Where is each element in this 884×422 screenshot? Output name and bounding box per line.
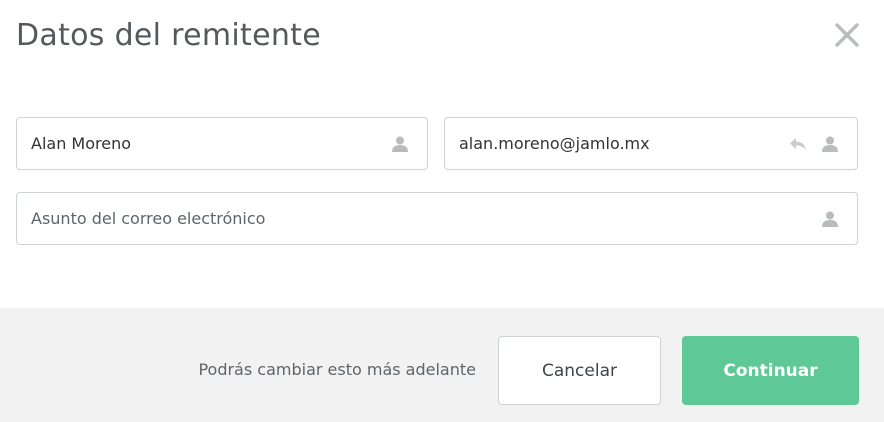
close-icon[interactable] — [832, 20, 862, 50]
email-subject-input[interactable] — [17, 193, 821, 244]
sender-email-input[interactable] — [445, 118, 789, 169]
cancel-button[interactable]: Cancelar — [498, 336, 661, 405]
sender-name-field — [16, 117, 428, 170]
email-subject-field — [16, 192, 858, 245]
dialog-title: Datos del remitente — [16, 18, 321, 53]
reply-icon[interactable] — [789, 136, 807, 152]
sender-details-dialog: Datos del remitente Alan Moreno alan.mor… — [0, 0, 884, 422]
dialog-footer: Podrás cambiar esto más adelante Cancela… — [0, 308, 884, 422]
user-icon — [821, 210, 839, 228]
footer-hint: Podrás cambiar esto más adelante — [198, 360, 476, 379]
sender-email-field — [444, 117, 858, 170]
user-icon — [391, 135, 409, 153]
sender-name-input[interactable] — [17, 118, 391, 169]
user-icon — [821, 135, 839, 153]
continue-button[interactable]: Continuar — [682, 336, 859, 405]
